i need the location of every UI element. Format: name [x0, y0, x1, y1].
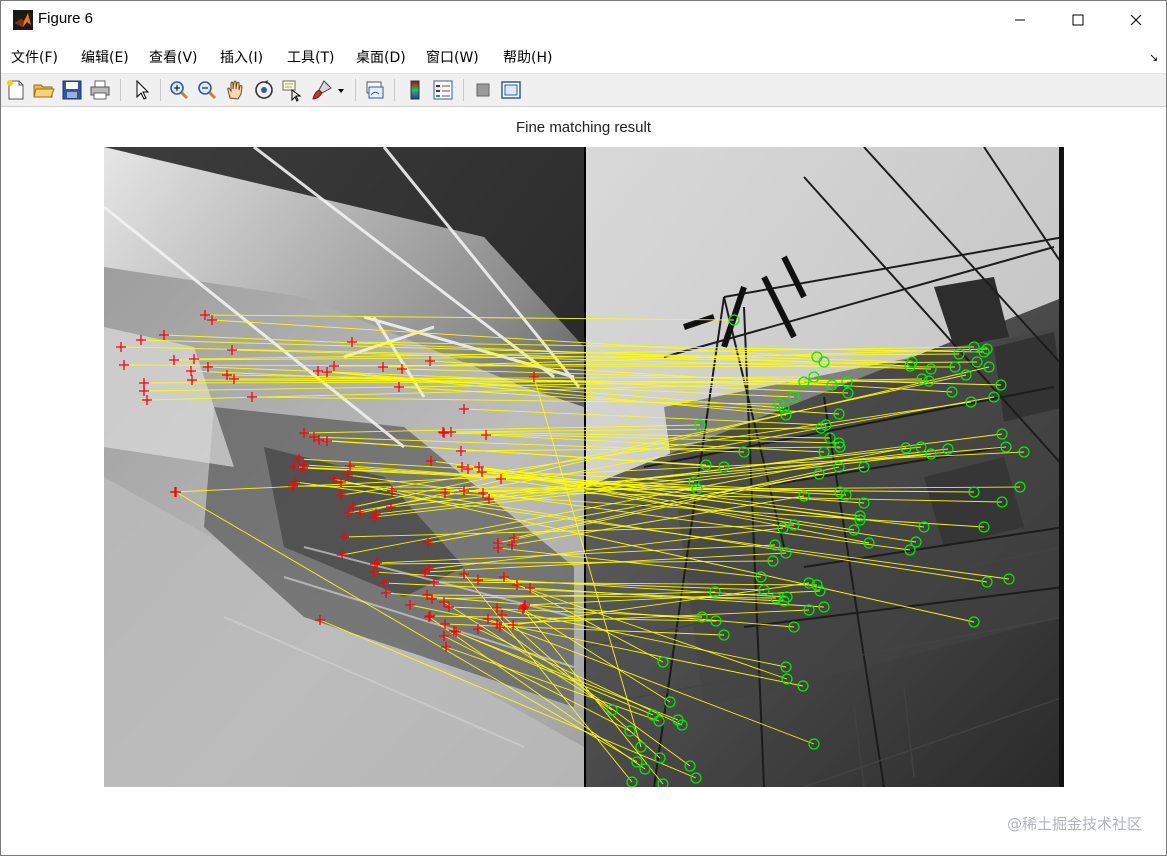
menu-window[interactable]: 窗口(W): [426, 47, 479, 67]
new-figure-icon[interactable]: [4, 78, 28, 102]
rotate-3d-icon[interactable]: [252, 78, 276, 102]
maximize-button[interactable]: [1049, 1, 1107, 39]
show-plot-tools-icon[interactable]: [499, 78, 523, 102]
save-icon[interactable]: [60, 78, 84, 102]
close-icon: [1130, 14, 1142, 26]
dock-figure-icon[interactable]: ↘: [1149, 51, 1158, 64]
menu-tools[interactable]: 工具(T): [287, 47, 334, 67]
figure-canvas: Fine matching result: [1, 107, 1166, 855]
select-arrow-icon[interactable]: [130, 78, 154, 102]
hide-plot-tools-icon[interactable]: [471, 78, 495, 102]
figure-title: Fine matching result: [515, 119, 652, 136]
figure-window: Figure 6 文件(F) 编辑(E) 查看(V) 插入(I) 工具(T) 桌…: [0, 0, 1167, 856]
menu-desktop[interactable]: 桌面(D): [356, 47, 406, 67]
zoom-out-icon[interactable]: [195, 78, 219, 102]
insert-legend-icon[interactable]: [431, 78, 455, 102]
minimize-button[interactable]: [991, 1, 1049, 39]
menu-bar: 文件(F) 编辑(E) 查看(V) 插入(I) 工具(T) 桌面(D) 窗口(W…: [1, 41, 1166, 71]
watermark-text: @稀土掘金技术社区: [1006, 815, 1142, 833]
insert-colorbar-icon[interactable]: [403, 78, 427, 102]
menu-edit[interactable]: 编辑(E): [81, 47, 129, 67]
brush-dropdown-icon[interactable]: [335, 78, 347, 102]
figure-toolbar: [1, 73, 1166, 107]
toolbar-separator: [355, 79, 356, 101]
menu-view[interactable]: 查看(V): [149, 47, 198, 67]
window-title: Figure 6: [38, 10, 94, 27]
toolbar-separator: [463, 79, 464, 101]
print-icon[interactable]: [88, 78, 112, 102]
minimize-icon: [1015, 19, 1025, 21]
toolbar-separator: [394, 79, 395, 101]
maximize-icon: [1072, 14, 1084, 26]
right-visible-image: [585, 147, 1064, 787]
link-plot-icon[interactable]: [363, 78, 387, 102]
zoom-in-icon[interactable]: [167, 78, 191, 102]
toolbar-separator: [160, 79, 161, 101]
menu-help[interactable]: 帮助(H): [503, 47, 552, 67]
toolbar-separator: [120, 79, 121, 101]
open-file-icon[interactable]: [32, 78, 56, 102]
menu-file[interactable]: 文件(F): [11, 47, 58, 67]
brush-icon[interactable]: [310, 78, 334, 102]
menu-insert[interactable]: 插入(I): [220, 47, 263, 67]
close-button[interactable]: [1107, 1, 1165, 39]
matlab-logo-icon: [13, 10, 33, 30]
data-cursor-icon[interactable]: [280, 78, 304, 102]
pan-hand-icon[interactable]: [223, 78, 247, 102]
image-axes[interactable]: [104, 147, 1064, 787]
title-bar: Figure 6: [1, 1, 1166, 39]
